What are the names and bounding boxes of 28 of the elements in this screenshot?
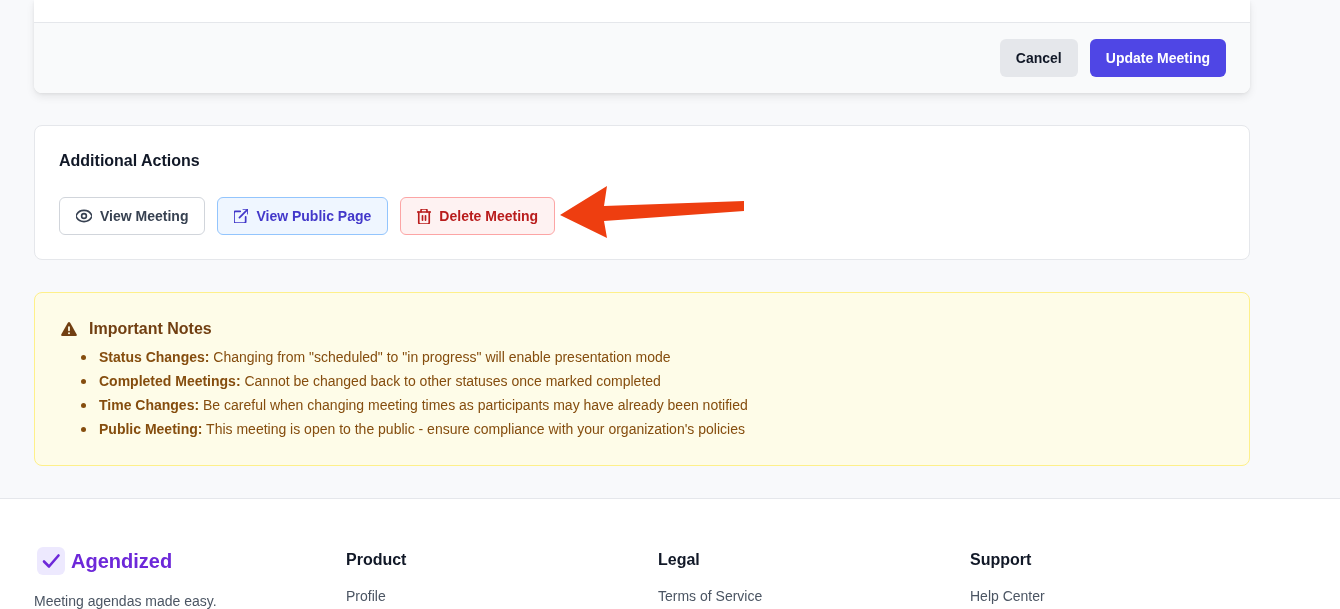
section-title: Additional Actions [59,151,201,171]
note-text: Time Changes: Be careful when changing meeting times as participants may have already been notified [99,396,748,415]
footer-link[interactable]: Terms of Service [658,584,763,608]
brand-tagline: Meeting agendas made easy. [34,592,218,609]
notes-title: Important Notes [89,319,212,339]
cancel-button[interactable]: Cancel [999,39,1078,77]
footer-heading: Product [346,550,408,570]
bullet-icon [81,402,86,408]
footer-link[interactable]: Profile [346,584,386,608]
bullet-icon [81,378,86,384]
view-button[interactable]: View Meeting [59,197,206,235]
note-text: Public Meeting: This meeting is open to the public - ensure compliance with your organization's policies [99,420,745,439]
public-page-button[interactable]: View Public Page [217,197,389,235]
footer-link[interactable]: Help Center [970,584,1045,608]
delete-button[interactable]: Delete Meeting [400,197,556,235]
bullet-icon [81,426,86,432]
brand-name: Agendized [71,549,173,574]
footer-heading: Support [970,550,1033,570]
update-button[interactable]: Update Meeting [1089,39,1226,77]
note-text: Status Changes: Changing from "scheduled" to "in progress" will enable presentation mode [99,348,671,367]
external-link-icon [234,209,249,223]
note-text: Completed Meetings: Cannot be changed back to other statuses once marked completed [99,372,661,391]
trash-icon [417,208,432,224]
warning-icon [61,321,77,337]
logo-check-icon [37,547,65,575]
bullet-icon [81,354,86,360]
eye-icon [76,208,92,224]
footer-heading: Legal [658,550,701,570]
